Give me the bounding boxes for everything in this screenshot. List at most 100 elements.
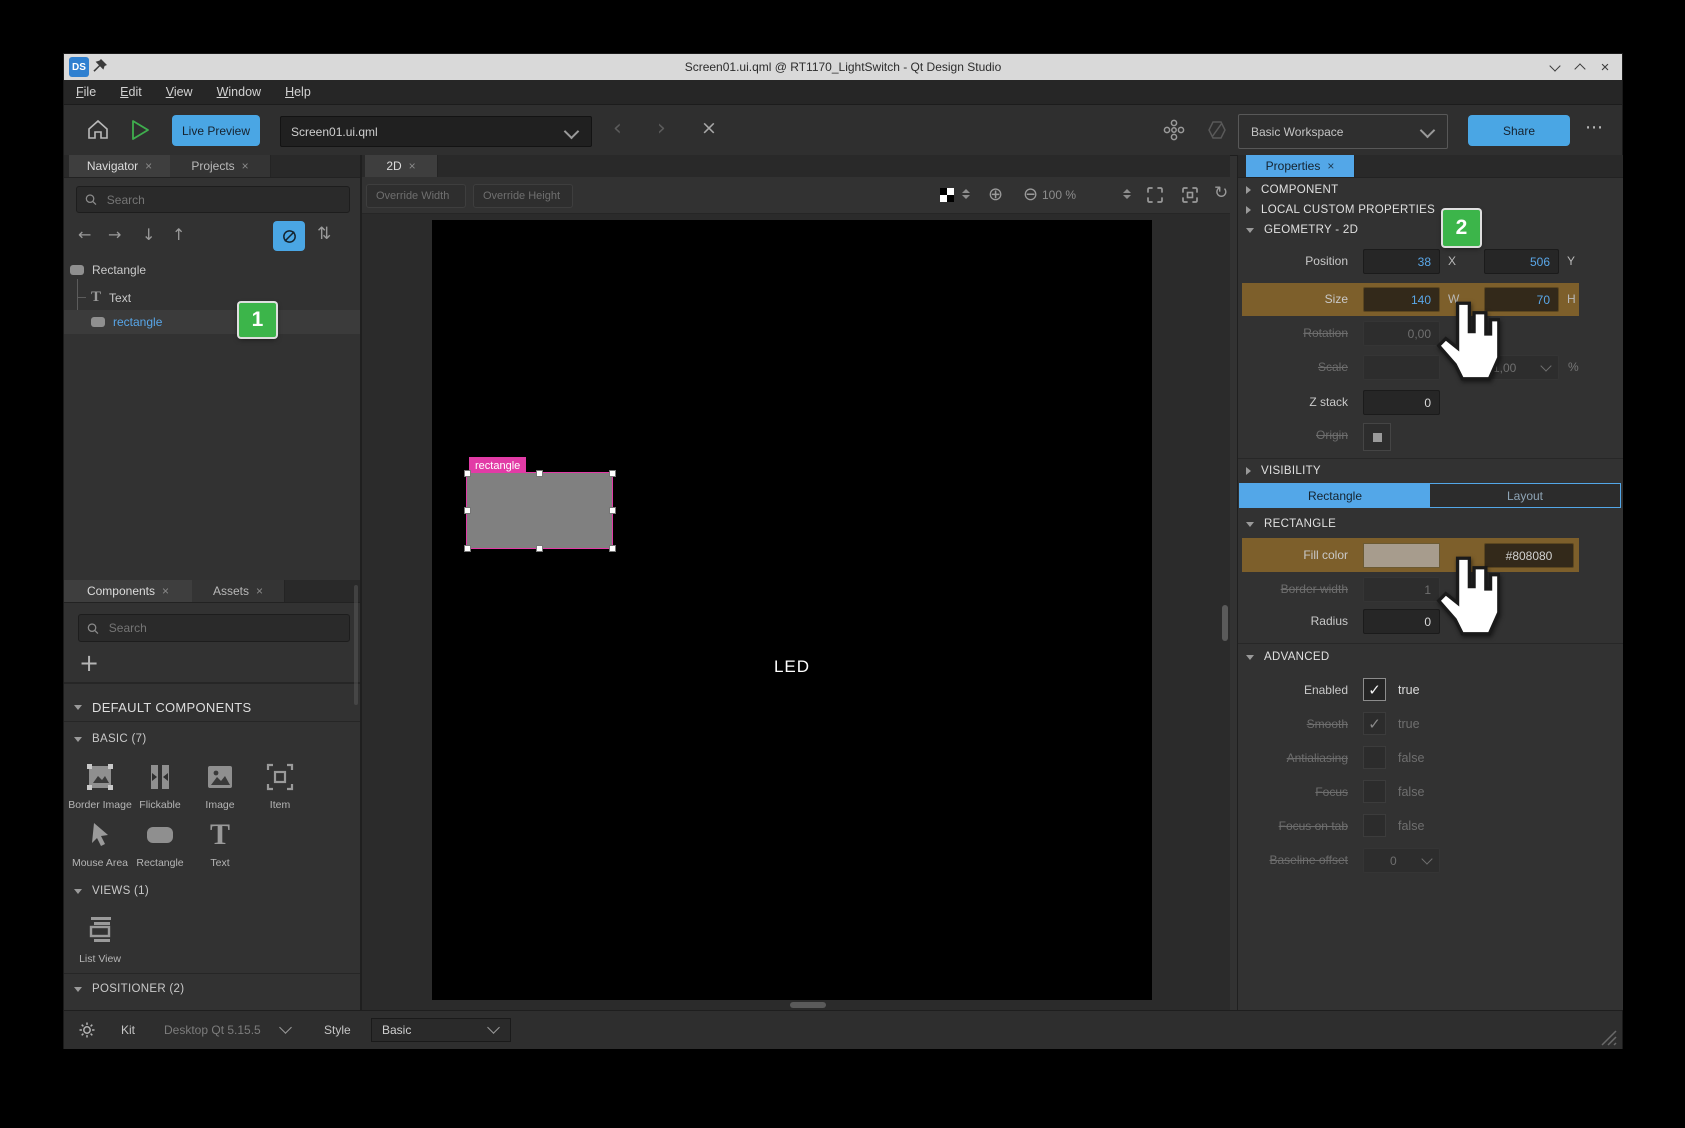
- override-height-field[interactable]: [473, 184, 573, 208]
- tab-properties[interactable]: Properties×: [1246, 155, 1355, 177]
- move-left-icon[interactable]: ←: [78, 227, 91, 243]
- section-geometry-2d[interactable]: GEOMETRY - 2D: [1246, 224, 1358, 236]
- zoom-selection-icon[interactable]: [1180, 185, 1200, 205]
- components-search[interactable]: [78, 614, 350, 642]
- kit-dropdown-icon[interactable]: [279, 1021, 292, 1034]
- component-flickable[interactable]: Flickable: [130, 761, 190, 811]
- component-image[interactable]: Image: [190, 761, 250, 811]
- resize-handle-e[interactable]: [609, 507, 616, 514]
- resize-handle-sw[interactable]: [464, 545, 471, 552]
- close-icon[interactable]: ×: [242, 159, 249, 173]
- kit-value[interactable]: Desktop Qt 5.15.5: [164, 1023, 261, 1037]
- close-icon[interactable]: ×: [256, 584, 263, 598]
- resize-handle-ne[interactable]: [609, 470, 616, 477]
- navigator-search[interactable]: [76, 186, 350, 213]
- zoom-stepper[interactable]: [1123, 189, 1131, 199]
- resize-handle-nw[interactable]: [464, 470, 471, 477]
- menu-view[interactable]: View: [166, 85, 193, 99]
- add-module-button[interactable]: +: [79, 649, 99, 677]
- annotations-icon[interactable]: [1205, 118, 1229, 142]
- section-component[interactable]: COMPONENT: [1246, 184, 1338, 196]
- section-rectangle[interactable]: RECTANGLE: [1246, 518, 1336, 530]
- subtab-rectangle[interactable]: Rectangle: [1240, 484, 1430, 507]
- component-text[interactable]: T Text: [190, 819, 250, 869]
- section-positioner[interactable]: POSITIONER (2): [74, 983, 184, 995]
- move-right-icon[interactable]: →: [108, 227, 121, 243]
- tree-item-rectangle-selected[interactable]: rectangle: [64, 310, 360, 334]
- resize-grip[interactable]: [1596, 1025, 1618, 1047]
- enabled-checkbox[interactable]: ✓: [1363, 678, 1386, 701]
- background-color-swatch[interactable]: [940, 188, 954, 202]
- zoom-out-icon[interactable]: ⊖: [1023, 186, 1038, 204]
- close-icon[interactable]: ×: [409, 159, 416, 173]
- tab-assets[interactable]: Assets×: [192, 580, 285, 602]
- window-close-button[interactable]: ×: [1597, 59, 1613, 75]
- run-play-icon[interactable]: [126, 117, 152, 143]
- move-up-icon[interactable]: ↑: [172, 227, 185, 243]
- horizontal-scrollbar[interactable]: [790, 1002, 826, 1008]
- gear-icon[interactable]: [77, 1020, 97, 1040]
- more-options-icon[interactable]: ⋯: [1585, 117, 1603, 138]
- menu-window[interactable]: Window: [217, 85, 261, 99]
- workspaces-icon[interactable]: [1162, 118, 1186, 142]
- swatch-stepper[interactable]: [962, 189, 970, 199]
- section-views[interactable]: VIEWS (1): [74, 885, 149, 897]
- zstack-field[interactable]: 0: [1363, 390, 1440, 415]
- tree-item-root-rectangle[interactable]: Rectangle: [64, 259, 360, 280]
- zoom-in-icon[interactable]: ⊕: [988, 186, 1003, 204]
- fill-color-swatch[interactable]: [1363, 543, 1440, 568]
- resize-handle-se[interactable]: [609, 545, 616, 552]
- section-local-custom-properties[interactable]: LOCAL CUSTOM PROPERTIES: [1246, 204, 1435, 216]
- position-x-field[interactable]: 38: [1363, 249, 1440, 274]
- reset-view-icon[interactable]: ↻: [1214, 185, 1228, 202]
- window-maximize-button[interactable]: [1572, 59, 1588, 75]
- menu-edit[interactable]: Edit: [120, 85, 142, 99]
- home-icon[interactable]: [86, 118, 110, 142]
- navigator-search-input[interactable]: [105, 192, 341, 208]
- radius-field[interactable]: 0: [1363, 609, 1440, 634]
- vertical-scrollbar[interactable]: [1222, 605, 1228, 641]
- menu-file[interactable]: File: [76, 85, 96, 99]
- nav-forward-icon[interactable]: ›: [657, 116, 666, 141]
- tab-2d[interactable]: 2D×: [365, 155, 438, 177]
- window-minimize-button[interactable]: [1547, 59, 1563, 75]
- components-search-input[interactable]: [107, 620, 341, 636]
- section-default-components[interactable]: DEFAULT COMPONENTS: [74, 700, 252, 715]
- menu-help[interactable]: Help: [285, 85, 311, 99]
- tab-projects[interactable]: Projects×: [170, 155, 271, 177]
- artboard[interactable]: rectangle LED: [432, 220, 1152, 1000]
- section-advanced[interactable]: ADVANCED: [1246, 651, 1329, 663]
- document-selector[interactable]: Screen01.ui.qml: [280, 116, 592, 147]
- tab-navigator[interactable]: Navigator×: [69, 155, 171, 177]
- position-y-field[interactable]: 506: [1484, 249, 1559, 274]
- close-document-icon[interactable]: ×: [701, 117, 717, 139]
- live-preview-button[interactable]: Live Preview: [172, 115, 260, 146]
- style-selector[interactable]: Basic: [371, 1018, 511, 1042]
- selected-rectangle[interactable]: [467, 473, 612, 548]
- section-basic[interactable]: BASIC (7): [74, 733, 146, 745]
- workspace-selector[interactable]: Basic Workspace: [1238, 114, 1448, 149]
- resize-handle-n[interactable]: [536, 470, 543, 477]
- close-icon[interactable]: ×: [145, 159, 152, 173]
- subtab-layout[interactable]: Layout: [1430, 484, 1620, 507]
- section-visibility[interactable]: VISIBILITY: [1246, 465, 1321, 477]
- tree-item-text[interactable]: T Text: [64, 287, 360, 308]
- tab-components[interactable]: Components×: [64, 580, 193, 602]
- close-icon[interactable]: ×: [1327, 159, 1334, 173]
- fit-to-screen-icon[interactable]: [1145, 185, 1165, 205]
- nav-back-icon[interactable]: ‹: [613, 116, 622, 141]
- component-list-view[interactable]: List View: [70, 913, 130, 965]
- component-border-image[interactable]: Border Image: [70, 761, 130, 811]
- reverse-order-icon[interactable]: ⇅: [317, 226, 331, 243]
- override-width-input[interactable]: [374, 189, 458, 203]
- component-rectangle[interactable]: Rectangle: [130, 819, 190, 869]
- override-height-input[interactable]: [481, 189, 565, 203]
- size-width-field[interactable]: 140: [1363, 287, 1440, 312]
- share-button[interactable]: Share: [1468, 115, 1570, 146]
- move-down-icon[interactable]: ↓: [142, 227, 155, 243]
- filter-invisible-items-button[interactable]: [273, 221, 305, 251]
- component-item[interactable]: Item: [250, 761, 310, 811]
- components-scrollbar[interactable]: [354, 585, 358, 705]
- component-mouse-area[interactable]: Mouse Area: [70, 819, 130, 869]
- close-icon[interactable]: ×: [162, 584, 169, 598]
